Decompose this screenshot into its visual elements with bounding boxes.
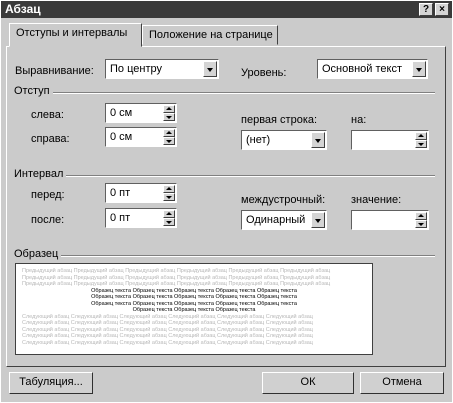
spacing-before-value: 0 пт — [110, 187, 131, 199]
spacing-before-input[interactable]: 0 пт — [105, 183, 177, 203]
spacing-after-label: после: — [31, 214, 65, 226]
tabs-button[interactable]: Табуляция... — [9, 372, 93, 394]
help-button[interactable]: ? — [419, 3, 433, 16]
alignment-value: По центру — [110, 63, 162, 75]
alignment-label: Выравнивание: — [15, 65, 94, 77]
first-line-select[interactable]: (нет) — [241, 130, 327, 150]
preview-prev-line: Предыдущий абзац Предыдущий абзац Предыд… — [22, 268, 331, 274]
line-spacing-select[interactable]: Одинарный — [241, 210, 327, 230]
spacing-group-title: Интервал — [14, 168, 67, 180]
spinner[interactable] — [163, 185, 175, 201]
first-line-label: первая строка: — [241, 114, 318, 126]
level-label: Уровень: — [241, 67, 287, 79]
indent-right-value: 0 см — [110, 131, 133, 143]
spinner[interactable] — [163, 210, 175, 226]
ok-button[interactable]: ОК — [262, 372, 354, 394]
spinner[interactable] — [163, 129, 175, 145]
cancel-button[interactable]: Отмена — [360, 372, 444, 394]
tab-line-page-breaks[interactable]: Положение на странице — [142, 25, 278, 45]
indent-right-input[interactable]: 0 см — [105, 127, 177, 147]
title-bar: Абзац ? × — [1, 1, 452, 18]
sample-preview: Предыдущий абзац Предыдущий абзац Предыд… — [15, 263, 373, 355]
indent-left-input[interactable]: 0 см — [105, 103, 177, 123]
spacing-after-input[interactable]: 0 пт — [105, 208, 177, 228]
sample-divider — [15, 255, 435, 257]
tab-indents-spacing[interactable]: Отступы и интервалы — [9, 23, 142, 47]
chevron-down-icon[interactable] — [412, 61, 426, 77]
spacing-value-input[interactable] — [351, 210, 429, 230]
spacing-after-value: 0 пт — [110, 212, 131, 224]
chevron-down-icon[interactable] — [203, 61, 217, 77]
indent-group-title: Отступ — [14, 85, 53, 97]
line-spacing-value: Одинарный — [246, 214, 306, 226]
spinner[interactable] — [163, 105, 175, 121]
spacing-divider — [15, 175, 435, 177]
tab-label: Отступы и интервалы — [16, 27, 128, 39]
level-select[interactable]: Основной текст — [317, 59, 428, 79]
tab-label: Положение на странице — [149, 29, 273, 41]
indent-divider — [15, 92, 435, 94]
close-button[interactable]: × — [435, 3, 449, 16]
paragraph-dialog: Абзац ? × Отступы и интервалы Положение … — [0, 0, 453, 403]
chevron-down-icon[interactable] — [311, 212, 325, 228]
line-spacing-label: междустрочный: — [241, 194, 326, 206]
sample-group-title: Образец — [14, 248, 62, 260]
spacing-value-label: значение: — [351, 194, 402, 206]
spinner[interactable] — [415, 212, 427, 228]
by-label: на: — [351, 114, 367, 126]
by-input[interactable] — [351, 130, 429, 150]
level-value: Основной текст — [322, 63, 402, 75]
chevron-down-icon[interactable] — [311, 132, 325, 148]
alignment-select[interactable]: По центру — [105, 59, 219, 79]
spinner[interactable] — [415, 132, 427, 148]
indent-left-value: 0 см — [110, 107, 133, 119]
indent-right-label: справа: — [31, 133, 70, 145]
indent-left-label: слева: — [31, 109, 64, 121]
spacing-before-label: перед: — [31, 189, 65, 201]
preview-prev-line: Предыдущий абзац Предыдущий абзац Предыд… — [22, 281, 331, 287]
preview-next-line: Следующий абзац Следующий абзац Следующи… — [22, 339, 313, 346]
dialog-title: Абзац — [5, 2, 41, 16]
first-line-value: (нет) — [246, 134, 271, 146]
